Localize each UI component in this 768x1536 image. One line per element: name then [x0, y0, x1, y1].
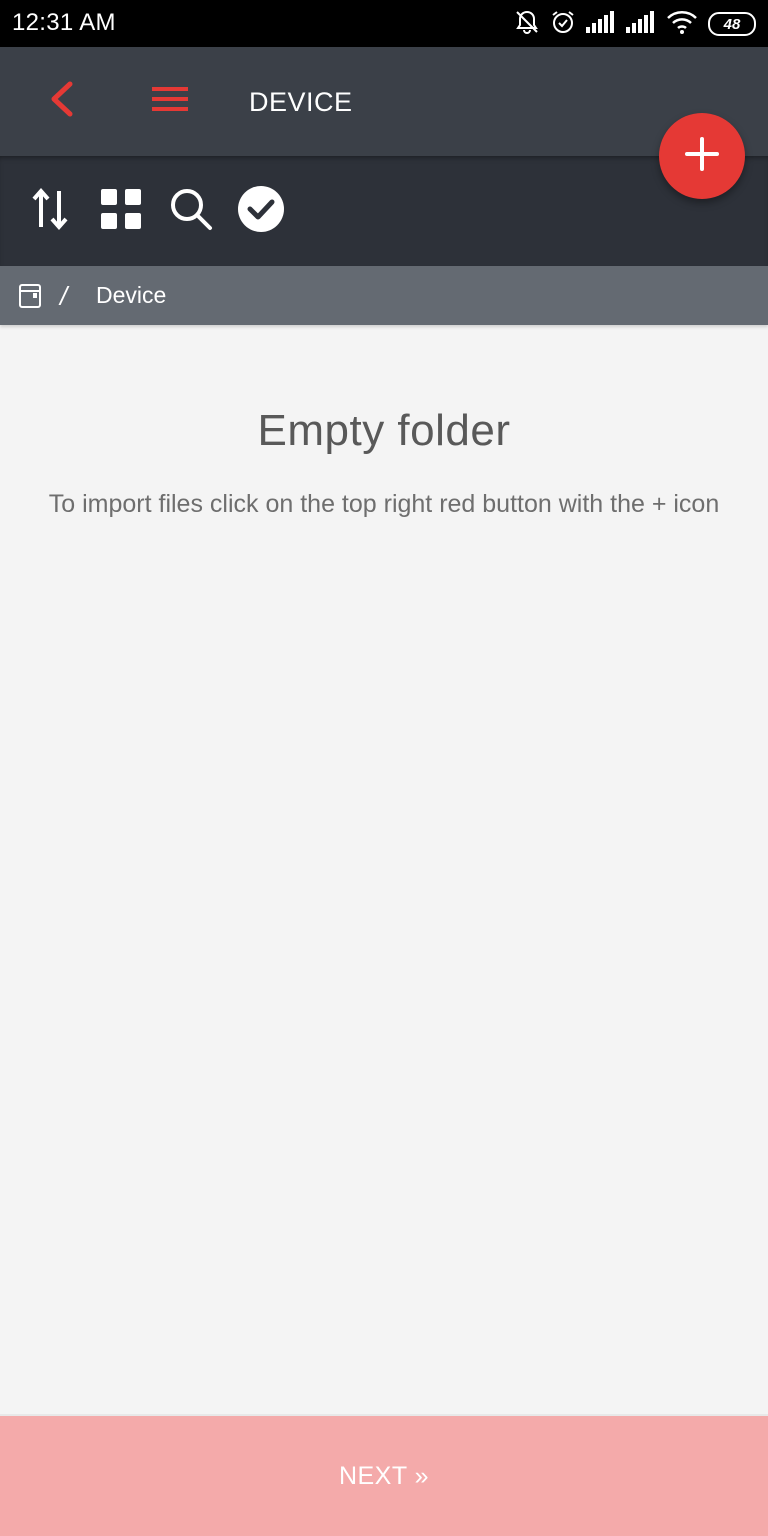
- battery-level: 48: [723, 15, 741, 33]
- hamburger-menu-icon: [151, 85, 189, 118]
- empty-folder-title: Empty folder: [257, 406, 511, 455]
- select-all-button[interactable]: [236, 185, 286, 238]
- status-icons: 48: [514, 8, 756, 40]
- back-button[interactable]: [38, 77, 86, 125]
- alarm-icon: [550, 9, 576, 40]
- wifi-icon: [666, 10, 698, 39]
- signal-icon: [586, 10, 616, 38]
- search-button[interactable]: [166, 186, 216, 236]
- toolbar: [0, 156, 768, 266]
- battery-icon: 48: [708, 12, 756, 36]
- add-file-button[interactable]: [659, 113, 745, 199]
- grid-view-button[interactable]: [96, 186, 146, 236]
- app-bar: DEVICE: [0, 47, 768, 156]
- breadcrumb-current[interactable]: Device: [96, 282, 166, 309]
- sort-button[interactable]: [26, 186, 76, 236]
- chevron-left-icon: [48, 80, 76, 123]
- page-title: DEVICE: [249, 87, 353, 117]
- sort-icon: [31, 187, 71, 236]
- grid-view-icon: [101, 188, 141, 234]
- device-root-icon[interactable]: [18, 283, 42, 309]
- plus-icon: [685, 136, 719, 176]
- empty-folder-description: To import files click on the top right r…: [48, 490, 720, 518]
- next-button-label: NEXT »: [338, 1461, 430, 1490]
- next-button[interactable]: NEXT »: [0, 1416, 768, 1536]
- search-icon: [169, 187, 213, 236]
- signal-icon: [626, 10, 656, 38]
- bell-off-icon: [514, 9, 540, 40]
- breadcrumb: / Device: [0, 266, 768, 325]
- breadcrumb-separator: /: [60, 281, 68, 311]
- select-all-check-icon: [237, 185, 285, 238]
- status-bar: 12:31 AM 48: [0, 0, 768, 47]
- menu-button[interactable]: [146, 77, 194, 125]
- status-time: 12:31 AM: [12, 9, 116, 36]
